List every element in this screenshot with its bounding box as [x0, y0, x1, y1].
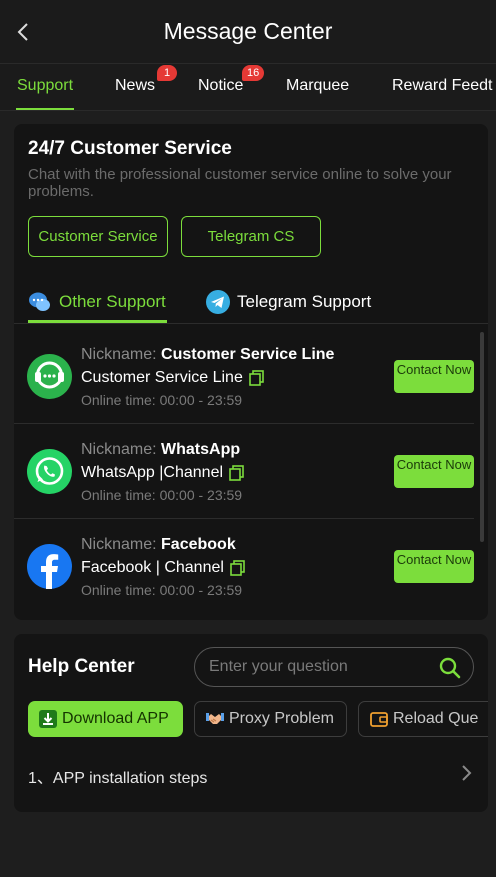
page-title: Message Center [163, 18, 333, 44]
header: Message Center [0, 0, 496, 64]
headset-icon [27, 354, 72, 399]
help-item-app-installation[interactable]: 1、APP installation steps [28, 764, 207, 788]
scrollbar[interactable] [480, 332, 484, 542]
contact-online-time: Online time: 00:00 - 23:59 [81, 392, 243, 408]
contact-row-whatsapp: Nickname: WhatsApp WhatsApp |Channel Onl… [14, 424, 474, 519]
chip-label: Proxy Problem [229, 710, 334, 727]
help-search-box [194, 647, 474, 687]
download-icon [39, 710, 57, 728]
cs-description: Chat with the professional customer serv… [28, 166, 452, 200]
help-center-panel: Help Center Download APP Proxy Problem [14, 634, 488, 812]
contact-channel: Facebook | Channel [81, 559, 245, 577]
subtab-telegram-label: Telegram Support [237, 292, 372, 311]
whatsapp-icon [27, 449, 72, 494]
contact-channel: WhatsApp |Channel [81, 464, 244, 482]
news-badge: 1 [157, 65, 177, 81]
chevron-right-icon[interactable] [460, 764, 472, 782]
customer-service-panel: 24/7 Customer Service Chat with the prof… [14, 124, 488, 620]
customer-service-button[interactable]: Customer Service [28, 216, 168, 257]
active-tab-indicator [16, 108, 74, 110]
chip-label: Reload Que [393, 710, 479, 727]
contact-now-button[interactable]: Contact Now [394, 550, 474, 583]
chip-label: Download APP [62, 710, 169, 727]
chip-reload-question[interactable]: Reload Que [358, 701, 488, 737]
contact-channel: Customer Service Line [81, 369, 264, 387]
contact-nickname: Nickname: Customer Service Line [81, 346, 335, 363]
telegram-cs-button[interactable]: Telegram CS [181, 216, 321, 257]
help-category-chips: Download APP Proxy Problem Reload Que [28, 701, 488, 737]
tab-reward-feedback[interactable]: Reward Feedt [392, 77, 493, 95]
contact-row-facebook: Nickname: Facebook Facebook | Channel On… [14, 519, 474, 614]
contact-now-button[interactable]: Contact Now [394, 455, 474, 488]
divider [14, 323, 488, 324]
subtab-other-support[interactable]: Other Support [28, 288, 166, 316]
copy-icon[interactable] [230, 560, 245, 576]
notice-badge: 16 [242, 65, 265, 81]
tab-support[interactable]: Support [17, 77, 73, 95]
handshake-icon [206, 713, 224, 724]
tab-bar: Support News 1 Notice 16 Marquee Reward … [0, 64, 496, 111]
cs-title: 24/7 Customer Service [28, 138, 232, 159]
chip-proxy-problem[interactable]: Proxy Problem [194, 701, 347, 737]
wallet-icon [370, 712, 388, 727]
tab-notice[interactable]: Notice [198, 77, 243, 95]
facebook-icon [27, 544, 72, 589]
contact-now-button[interactable]: Contact Now [394, 360, 474, 393]
chat-bubbles-icon [29, 292, 50, 311]
tab-marquee[interactable]: Marquee [286, 77, 349, 95]
copy-icon[interactable] [229, 465, 244, 481]
copy-icon[interactable] [249, 370, 264, 386]
help-title: Help Center [28, 656, 135, 677]
contact-nickname: Nickname: WhatsApp [81, 441, 241, 458]
contact-row-customer-service: Nickname: Customer Service Line Customer… [14, 329, 474, 424]
chip-download-app[interactable]: Download APP [28, 701, 183, 737]
help-search-input[interactable] [209, 656, 429, 678]
contact-nickname: Nickname: Facebook [81, 536, 236, 553]
contact-online-time: Online time: 00:00 - 23:59 [81, 487, 243, 503]
subtab-telegram-support[interactable]: Telegram Support [206, 288, 371, 316]
search-icon[interactable] [439, 657, 461, 679]
contact-online-time: Online time: 00:00 - 23:59 [81, 582, 243, 598]
subtab-other-label: Other Support [59, 292, 166, 311]
tab-news[interactable]: News [115, 77, 155, 95]
telegram-icon [206, 290, 230, 314]
